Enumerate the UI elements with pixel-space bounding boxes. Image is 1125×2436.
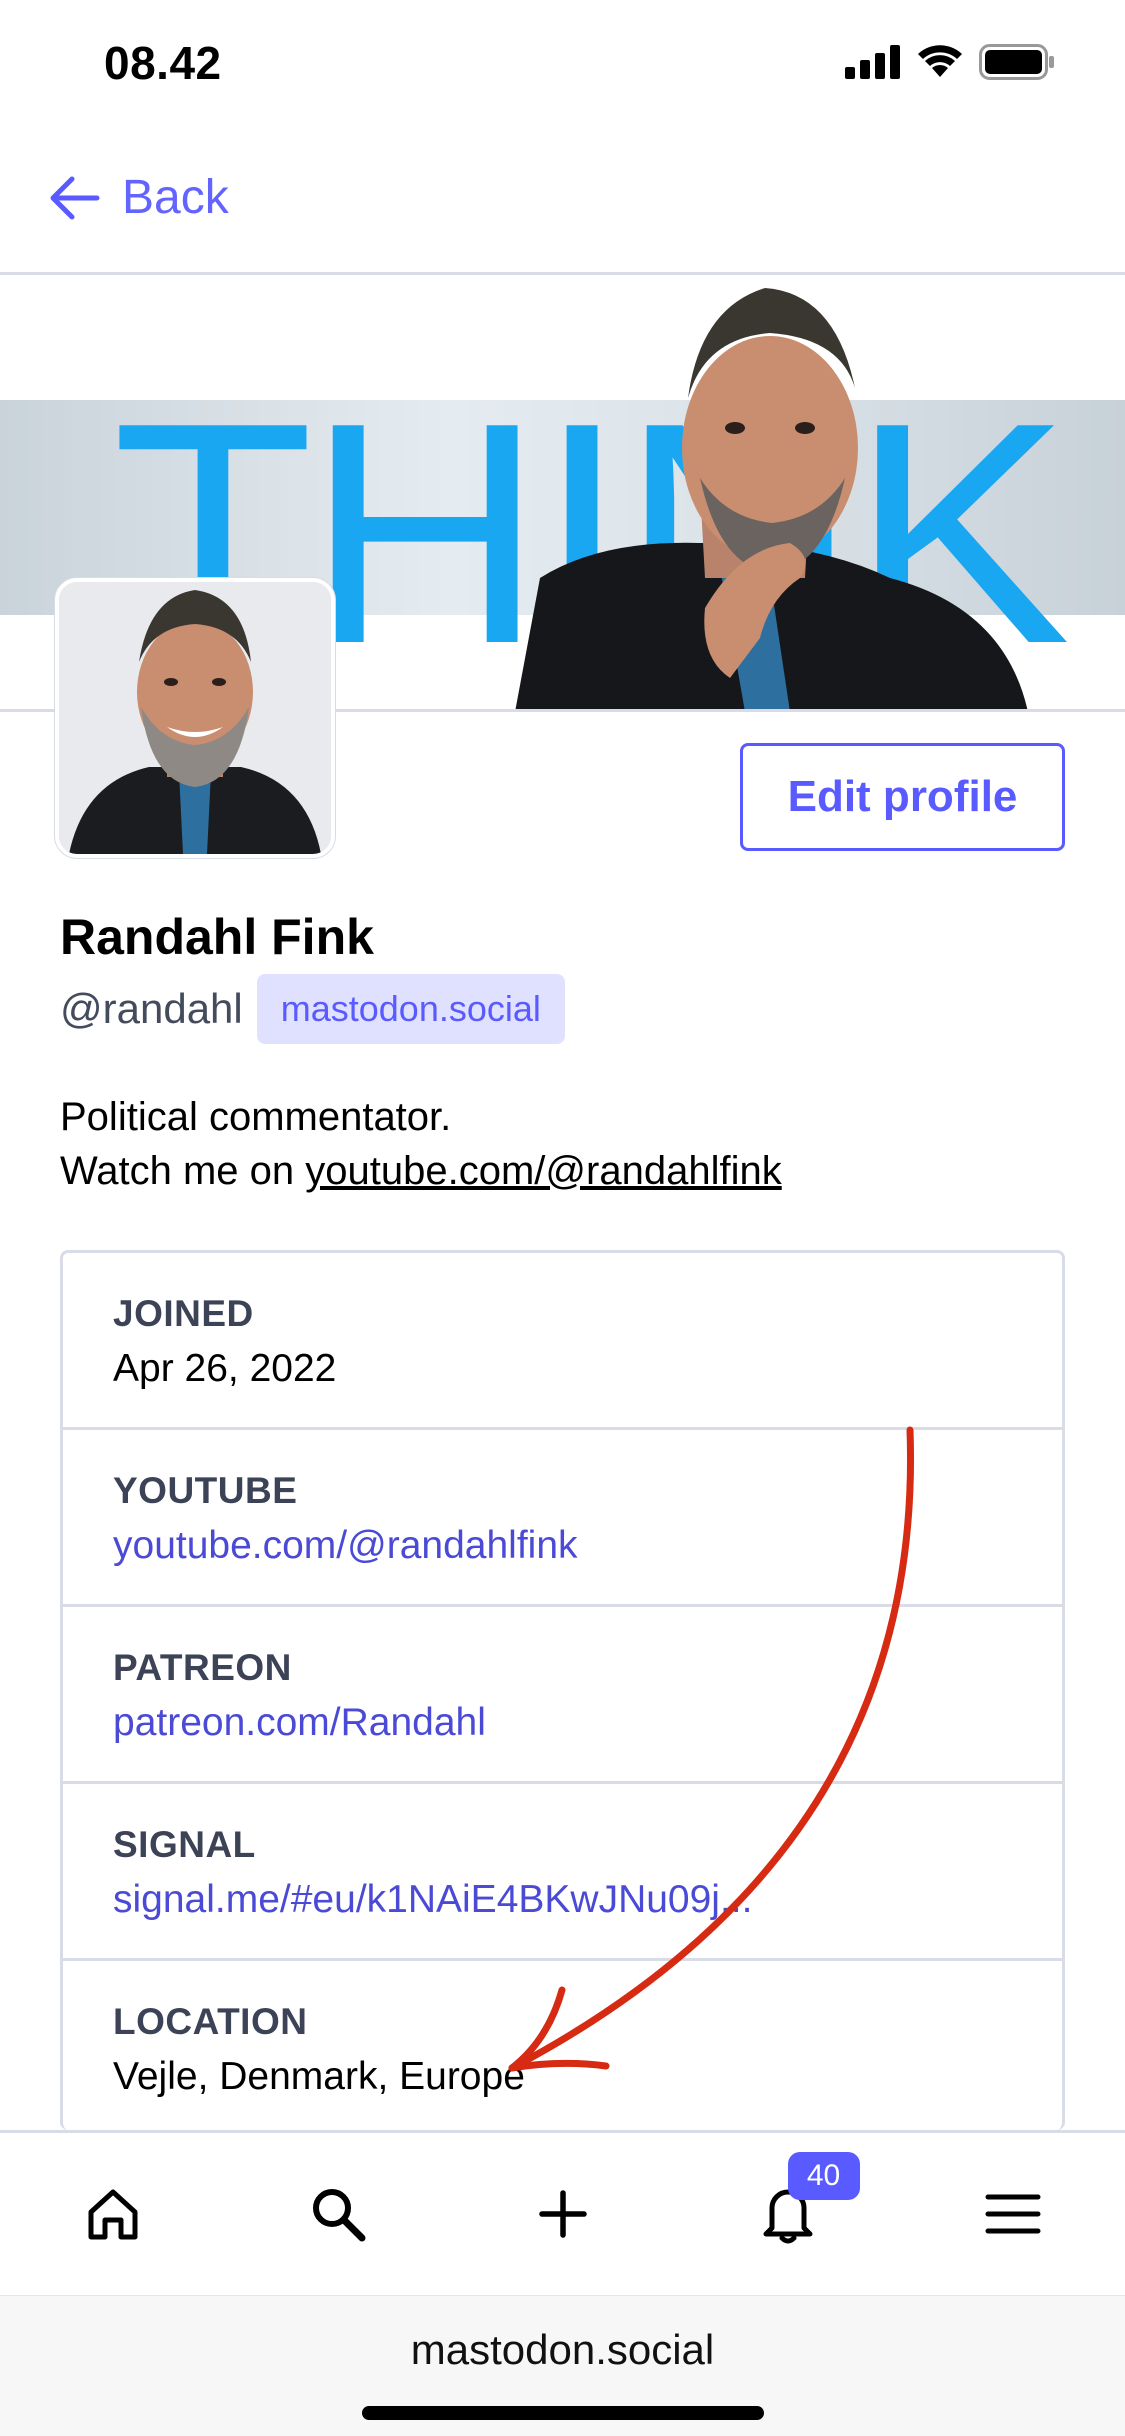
field-label: YOUTUBE [113,1470,298,1511]
home-icon [88,2189,137,2240]
url-text[interactable]: mastodon.social [0,2326,1125,2374]
account-handle: @randahl [60,985,243,1032]
profile-bio: Political commentator. Watch me on youtu… [60,1090,782,1198]
menu-icon [985,2194,1040,2234]
field-patreon: PATREON patreon.com/Randahl [63,1607,1062,1784]
arrow-left-icon [50,176,100,219]
bio-line: Watch me on youtube.com/@randahlfink [60,1144,782,1198]
edit-profile-button[interactable]: Edit profile [740,743,1065,851]
field-link[interactable]: signal.me/#eu/k1NAiE4BKwJNu09j... [113,1878,1062,1922]
field-youtube: YOUTUBE youtube.com/@randahlfink [63,1430,1062,1607]
bio-text: Watch me on [60,1149,306,1193]
tab-compose[interactable] [503,2154,623,2274]
field-location: LOCATION Vejle, Denmark, Europe [63,1961,1062,2130]
field-label: LOCATION [113,2001,308,2042]
compose-icon [538,2190,587,2238]
back-button[interactable]: Back [48,170,229,225]
bio-line: Political commentator. [60,1095,452,1139]
avatar-portrait-image [59,582,331,854]
domain-badge[interactable]: mastodon.social [256,974,565,1044]
status-time: 08.42 [104,37,222,89]
status-icons [845,44,1055,80]
field-signal: SIGNAL signal.me/#eu/k1NAiE4BKwJNu09j... [63,1784,1062,1961]
status-bar: 08.42 [0,0,1125,130]
bio-youtube-link[interactable]: youtube.com/@randahlfink [305,1149,781,1193]
tab-home[interactable] [53,2154,173,2274]
field-link[interactable]: youtube.com/@randahlfink [113,1524,1062,1568]
profile-avatar[interactable] [55,578,335,858]
home-indicator[interactable] [362,2406,764,2420]
field-joined: JOINED Apr 26, 2022 [63,1253,1062,1430]
field-label: PATREON [113,1647,292,1688]
bottom-tab-bar: 40 [0,2130,1125,2295]
tab-search[interactable] [278,2154,398,2274]
cellular-signal-icon [845,45,900,79]
tab-menu[interactable] [953,2154,1073,2274]
field-value: Apr 26, 2022 [113,1347,337,1390]
field-label: JOINED [113,1293,254,1334]
profile-fields: JOINED Apr 26, 2022 YOUTUBE youtube.com/… [60,1250,1065,2130]
battery-icon [979,44,1054,80]
field-label: SIGNAL [113,1824,256,1865]
field-link[interactable]: patreon.com/Randahl [113,1701,1062,1745]
tab-notifications[interactable]: 40 [728,2152,860,2274]
search-icon [312,2189,365,2242]
back-label: Back [122,171,229,224]
handle-row: @randahl mastodon.social [60,974,565,1044]
top-navigation: Back [0,130,1125,275]
browser-url-bar: mastodon.social [0,2295,1125,2436]
display-name: Randahl Fink [60,909,374,965]
wifi-icon [918,45,962,77]
field-value: Vejle, Denmark, Europe [113,2055,525,2098]
notification-count-badge: 40 [787,2152,860,2200]
